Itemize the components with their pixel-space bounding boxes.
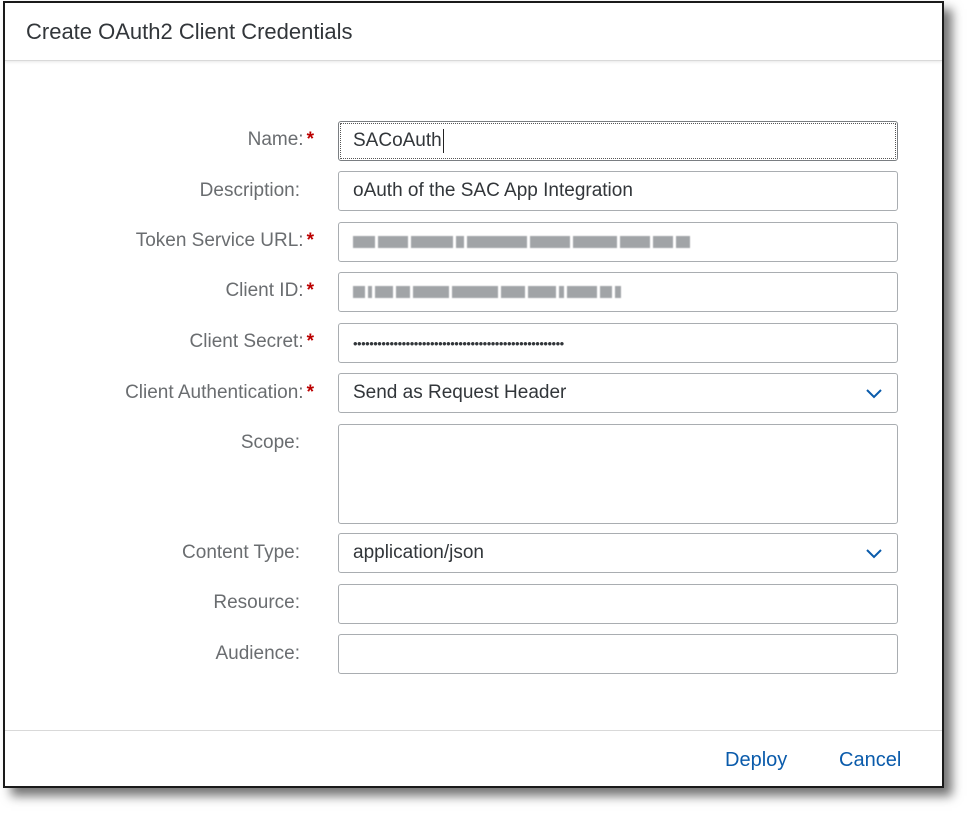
token-service-url-label: Token Service URL: *: [135, 230, 314, 251]
client-authentication-select[interactable]: Send as Request Header: [338, 373, 898, 413]
content-type-label: Content Type:: [182, 542, 300, 563]
required-marker: *: [306, 382, 314, 403]
client-authentication-label: Client Authentication: *: [125, 382, 314, 403]
dialog-footer: Deploy Cancel: [5, 730, 942, 786]
chevron-down-icon[interactable]: [865, 544, 883, 562]
description-input[interactable]: oAuth of the SAC App Integration: [338, 171, 898, 211]
required-marker: *: [306, 280, 314, 301]
dialog-title: Create OAuth2 Client Credentials: [26, 18, 353, 44]
client-secret-input-value: ••••••••••••••••••••••••••••••••••••••••…: [353, 335, 564, 351]
client-authentication-value: Send as Request Header: [353, 382, 567, 403]
cancel-button[interactable]: Cancel: [839, 749, 901, 772]
client-secret-input[interactable]: ••••••••••••••••••••••••••••••••••••••••…: [338, 323, 898, 363]
name-input[interactable]: SACoAuth: [338, 121, 898, 161]
scope-label: Scope:: [240, 432, 300, 453]
description-label: Description:: [199, 180, 300, 201]
required-marker: *: [306, 331, 314, 352]
redacted-value: [353, 286, 621, 298]
chevron-down-icon[interactable]: [865, 384, 883, 402]
content-type-select[interactable]: application/json: [338, 533, 898, 573]
description-input-value: oAuth of the SAC App Integration: [353, 180, 633, 201]
client-secret-label: Client Secret: *: [189, 331, 314, 352]
redacted-value: [353, 236, 690, 248]
name-label: Name: *: [247, 129, 314, 150]
audience-input[interactable]: [338, 634, 898, 674]
token-service-url-input[interactable]: [338, 222, 898, 262]
text-cursor: [442, 129, 444, 153]
deploy-button[interactable]: Deploy: [725, 749, 787, 772]
scope-textarea[interactable]: [338, 424, 898, 524]
audience-label: Audience:: [215, 643, 300, 664]
dialog-header: Create OAuth2 Client Credentials: [5, 3, 942, 61]
client-id-label: Client ID: *: [225, 280, 314, 301]
required-marker: *: [306, 230, 314, 251]
required-marker: *: [306, 129, 314, 150]
resource-input[interactable]: [338, 584, 898, 624]
content-type-value: application/json: [353, 542, 484, 563]
name-input-value: SACoAuth: [353, 130, 442, 151]
create-oauth2-dialog: Create OAuth2 Client Credentials Name: * …: [3, 1, 944, 788]
resource-label: Resource:: [213, 592, 300, 613]
client-id-input[interactable]: [338, 272, 898, 312]
